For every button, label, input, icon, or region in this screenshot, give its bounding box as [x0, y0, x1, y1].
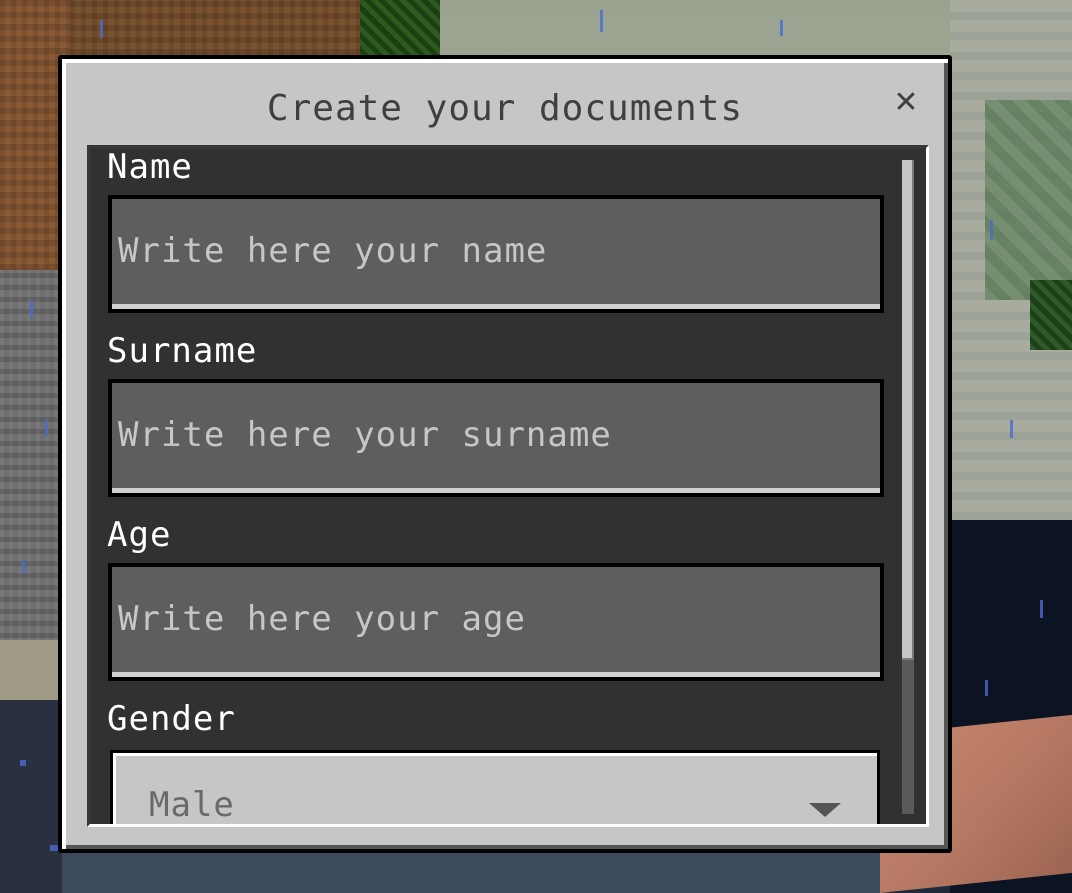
- rain-drop: [20, 760, 26, 766]
- gender-label: Gender: [107, 699, 236, 739]
- rain-drop: [22, 560, 25, 574]
- tree-leaves-small: [1030, 280, 1072, 350]
- form-panel[interactable]: Name Surname Age Gender Male: [87, 145, 929, 827]
- rain-drop: [985, 680, 988, 696]
- age-input[interactable]: [112, 567, 880, 677]
- scrollbar[interactable]: [902, 160, 914, 814]
- name-label: Name: [107, 147, 193, 187]
- tree-leaves: [985, 100, 1072, 300]
- rain-drop: [780, 20, 783, 36]
- surname-field-frame: [108, 379, 884, 497]
- age-field-frame: [108, 563, 884, 681]
- gender-selected-value: Male: [149, 785, 235, 825]
- ground-strip: [62, 850, 882, 893]
- chevron-down-icon: [809, 803, 841, 817]
- name-input[interactable]: [112, 199, 880, 309]
- surname-label: Surname: [107, 331, 258, 371]
- name-field-frame: [108, 195, 884, 313]
- create-documents-dialog: Create your documents ✕ Name Surname Age…: [58, 55, 952, 853]
- rain-drop: [30, 300, 33, 318]
- age-label: Age: [107, 515, 172, 555]
- rain-drop: [1040, 600, 1043, 618]
- rain-drop: [1010, 420, 1013, 438]
- gender-dropdown[interactable]: Male: [110, 750, 880, 825]
- rain-drop: [600, 10, 603, 32]
- rain-drop: [45, 420, 48, 436]
- close-icon[interactable]: ✕: [892, 88, 920, 118]
- rain-drop: [990, 220, 993, 240]
- ground-area: [0, 700, 62, 893]
- surname-input[interactable]: [112, 383, 880, 493]
- leaves-block: [360, 0, 440, 60]
- scrollbar-track-lower: [902, 660, 914, 814]
- rain-drop: [50, 845, 58, 851]
- rain-drop: [100, 20, 103, 38]
- scrollbar-thumb[interactable]: [902, 160, 914, 660]
- stone-block-wall: [0, 270, 62, 650]
- dialog-title: Create your documents: [266, 88, 744, 129]
